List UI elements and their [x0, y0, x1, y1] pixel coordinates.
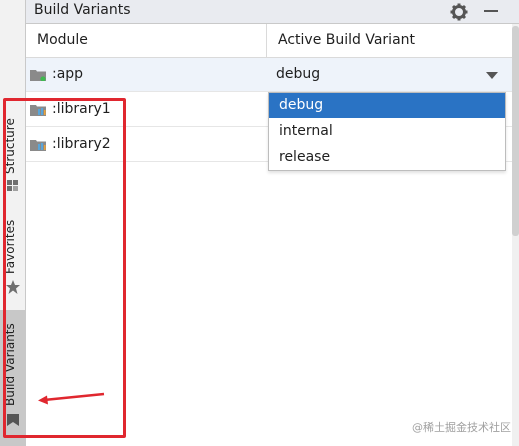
annotation-arrow-icon [38, 392, 105, 405]
column-header-variant[interactable]: Active Build Variant [278, 32, 415, 48]
minimize-icon[interactable] [484, 10, 498, 12]
variant-select-value: debug [276, 66, 321, 82]
dropdown-option-internal[interactable]: internal [269, 119, 505, 144]
watermark-text: @稀土掘金技术社区 [412, 421, 511, 434]
settings-gear-icon[interactable] [450, 3, 468, 21]
column-header-module[interactable]: Module [37, 32, 88, 48]
variant-dropdown-list: debug internal release [268, 92, 506, 171]
app-module-folder-icon [30, 70, 46, 81]
panel-title: Build Variants [34, 2, 131, 18]
table-row-app[interactable]: :app debug [26, 58, 512, 92]
panel-header: Build Variants [26, 0, 519, 24]
module-name: :app [52, 66, 84, 82]
scrollbar-thumb[interactable] [512, 26, 519, 236]
table-header: Module Active Build Variant [26, 24, 512, 58]
column-divider[interactable] [266, 24, 267, 58]
variant-select[interactable]: debug [270, 58, 510, 92]
dropdown-arrow-icon[interactable] [486, 72, 498, 79]
dropdown-option-release[interactable]: release [269, 145, 505, 170]
dropdown-option-debug[interactable]: debug [269, 93, 505, 118]
